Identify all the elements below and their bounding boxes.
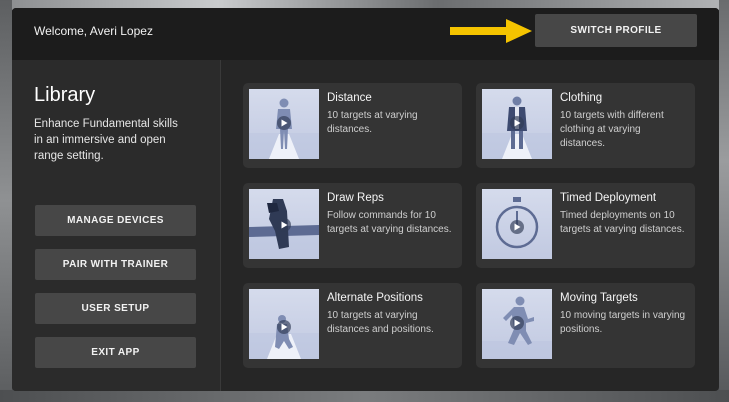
pair-with-trainer-button[interactable]: PAIR WITH TRAINER	[35, 249, 196, 280]
card-description: Timed deployments on 10 targets at varyi…	[560, 210, 685, 235]
card-title: Draw Reps	[327, 192, 384, 204]
environment-right-wall	[719, 0, 729, 402]
card-draw-reps[interactable]: Draw Reps Follow commands for 10 targets…	[243, 183, 462, 268]
card-description: 10 targets at varying distances.	[327, 110, 418, 135]
card-description: 10 targets at varying distances and posi…	[327, 310, 434, 335]
environment-floor	[0, 390, 729, 402]
card-title: Distance	[327, 92, 372, 104]
library-panel: Welcome, Averi Lopez SWITCH PROFILE Libr…	[12, 8, 719, 391]
library-title: Library	[34, 84, 96, 106]
card-alternate-positions[interactable]: Alternate Positions 10 targets at varyin…	[243, 283, 462, 368]
card-timed-deployment[interactable]: Timed Deployment Timed deployments on 10…	[476, 183, 695, 268]
arrow-pointer-icon	[450, 19, 532, 43]
card-thumbnail	[482, 89, 552, 159]
holster-icon	[249, 199, 319, 259]
running-target-icon	[482, 296, 552, 359]
library-grid: Distance 10 targets at varying distances…	[221, 60, 719, 391]
clothed-target-icon	[482, 96, 552, 159]
welcome-text: Welcome, Averi Lopez	[34, 24, 153, 38]
card-description: 10 targets with different clothing at va…	[560, 110, 664, 149]
header-bar: Welcome, Averi Lopez SWITCH PROFILE	[12, 8, 719, 60]
card-thumbnail	[249, 289, 319, 359]
exit-app-button[interactable]: EXIT APP	[35, 337, 196, 368]
card-description: 10 moving targets in varying positions.	[560, 310, 686, 335]
manage-devices-button[interactable]: MANAGE DEVICES	[35, 205, 196, 236]
card-distance[interactable]: Distance 10 targets at varying distances…	[243, 83, 462, 168]
card-thumbnail	[482, 189, 552, 259]
card-thumbnail	[482, 289, 552, 359]
card-title: Moving Targets	[560, 292, 638, 304]
card-title: Alternate Positions	[327, 292, 423, 304]
sidebar: Library Enhance Fundamental skills in an…	[12, 60, 221, 391]
card-thumbnail	[249, 89, 319, 159]
kneeling-target-icon	[249, 315, 319, 359]
card-thumbnail	[249, 189, 319, 259]
environment-left-wall	[0, 0, 12, 402]
user-setup-button[interactable]: USER SETUP	[35, 293, 196, 324]
library-description: Enhance Fundamental skills in an immersi…	[34, 118, 178, 162]
card-description: Follow commands for 10 targets at varyin…	[327, 210, 452, 235]
card-moving-targets[interactable]: Moving Targets 10 moving targets in vary…	[476, 283, 695, 368]
card-title: Clothing	[560, 92, 603, 104]
stopwatch-icon	[495, 197, 539, 249]
card-clothing[interactable]: Clothing 10 targets with different cloth…	[476, 83, 695, 168]
card-title: Timed Deployment	[560, 192, 657, 204]
standing-target-icon	[249, 98, 319, 159]
switch-profile-button[interactable]: SWITCH PROFILE	[535, 14, 697, 47]
